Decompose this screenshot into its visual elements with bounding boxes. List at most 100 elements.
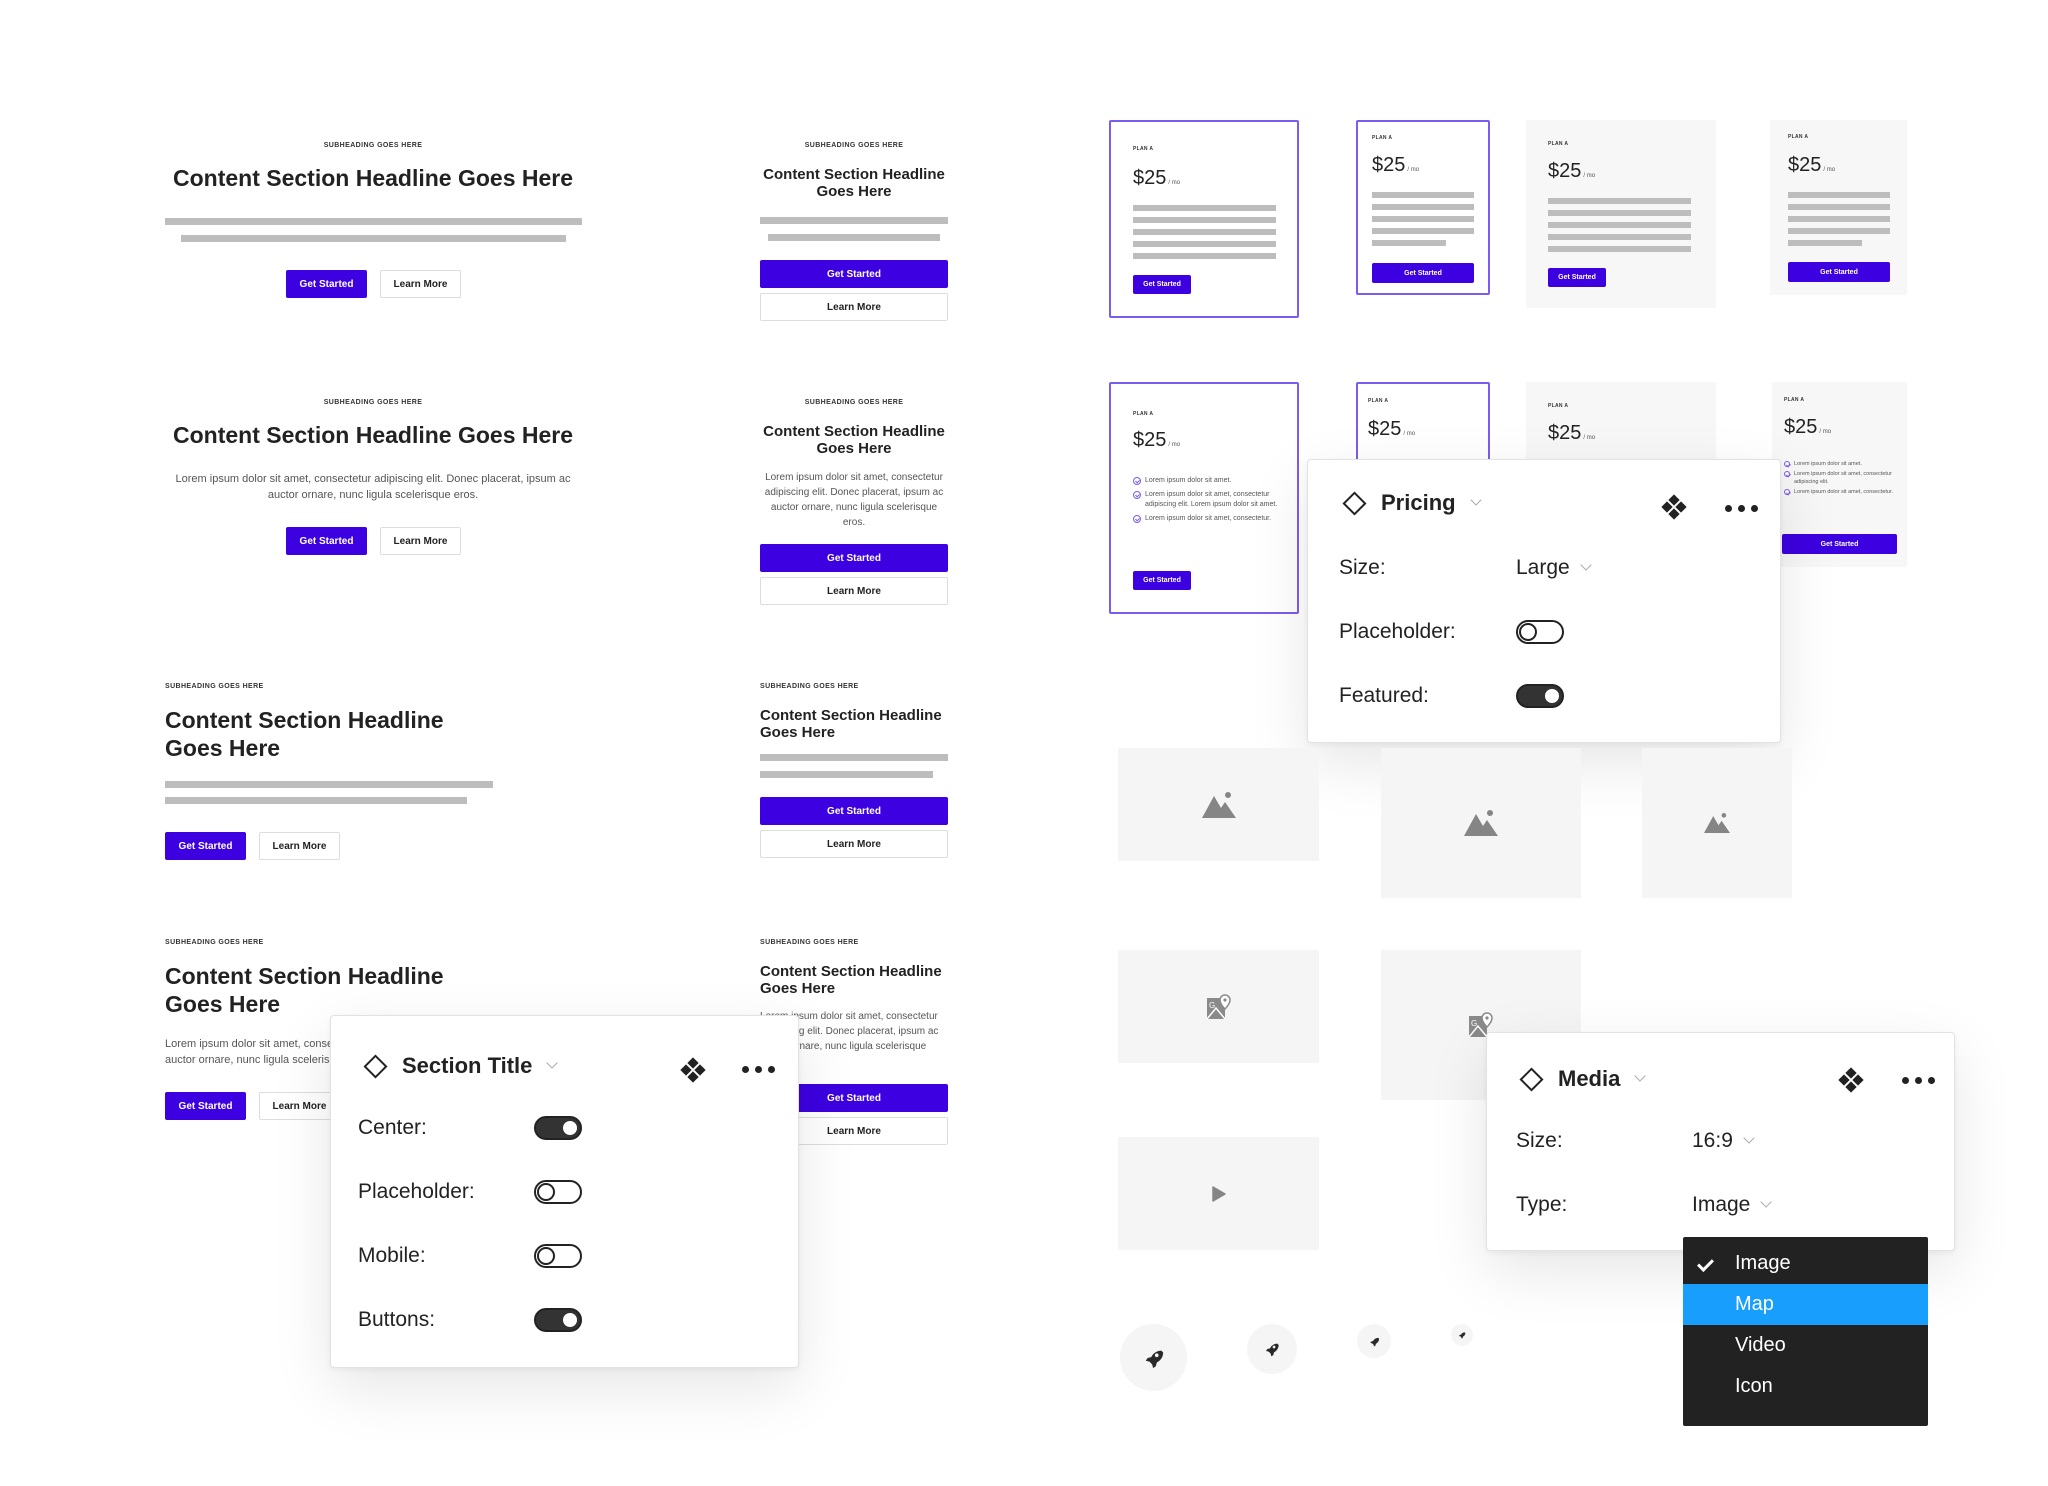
type-select[interactable]: Image xyxy=(1692,1193,1773,1217)
component-diamond-icon xyxy=(363,1053,388,1079)
text-placeholder-bar xyxy=(1788,228,1890,234)
feature-text: Lorem ipsum dolor sit amet, consectetur. xyxy=(1794,489,1894,495)
featured-toggle[interactable] xyxy=(1516,684,1564,708)
buttons-label: Buttons: xyxy=(358,1308,436,1331)
text-placeholder-bar xyxy=(165,218,582,225)
video-placeholder xyxy=(1118,1137,1319,1250)
checkmark-icon xyxy=(1697,1255,1714,1272)
featured-label: Featured: xyxy=(1339,684,1429,707)
center-toggle[interactable] xyxy=(534,1116,582,1140)
menu-item-video[interactable]: Video xyxy=(1683,1325,1928,1366)
text-placeholder-bar xyxy=(760,754,948,761)
mobile-toggle[interactable] xyxy=(534,1244,582,1268)
image-placeholder-icon xyxy=(1464,810,1498,836)
menu-item-label: Video xyxy=(1735,1334,1786,1356)
type-dropdown-menu: Image Map Video Icon xyxy=(1683,1237,1928,1426)
more-options-icon[interactable] xyxy=(742,1066,775,1073)
panel-header[interactable]: Pricing xyxy=(1340,490,1482,516)
component-instance-icon[interactable] xyxy=(1661,494,1687,520)
menu-item-image[interactable]: Image xyxy=(1683,1243,1928,1284)
section-title-properties-panel: Section Title Center: Placeholder: Mobil… xyxy=(330,1015,799,1368)
size-select[interactable]: 16:9 xyxy=(1692,1129,1755,1153)
more-options-icon[interactable] xyxy=(1725,505,1758,512)
headline: Content Section Headline Goes Here xyxy=(172,422,574,448)
text-placeholder-bar xyxy=(1133,253,1276,259)
get-started-button[interactable]: Get Started xyxy=(1133,275,1191,294)
get-started-button[interactable]: Get Started xyxy=(165,1092,246,1120)
mobile-label: Mobile: xyxy=(358,1244,426,1267)
map-placeholder-icon: G xyxy=(1205,993,1231,1019)
text-placeholder-bar xyxy=(1548,198,1691,204)
get-started-button[interactable]: Get Started xyxy=(1788,262,1890,282)
learn-more-button[interactable]: Learn More xyxy=(259,832,340,860)
component-instance-icon[interactable] xyxy=(1838,1067,1864,1093)
pricing-card: PLAN A $25/ mo Get Started xyxy=(1770,120,1907,295)
check-circle-icon xyxy=(1133,477,1141,485)
placeholder-toggle[interactable] xyxy=(1516,620,1564,644)
learn-more-button[interactable]: Learn More xyxy=(380,527,461,555)
feature-text: Lorem ipsum dolor sit amet, consectetur … xyxy=(1145,491,1278,508)
play-icon[interactable] xyxy=(1211,1185,1226,1202)
learn-more-button[interactable]: Learn More xyxy=(760,830,948,858)
get-started-button[interactable]: Get Started xyxy=(1782,534,1897,554)
feature-text: Lorem ipsum dolor sit amet, consectetur … xyxy=(1794,471,1892,485)
get-started-button[interactable]: Get Started xyxy=(165,832,246,860)
headline: Content Section Headline Goes Here xyxy=(760,963,942,997)
headline: Content Section Headline Goes Here xyxy=(763,166,945,200)
price-period: / mo xyxy=(1403,431,1416,437)
get-started-button[interactable]: Get Started xyxy=(286,270,367,298)
component-instance-icon[interactable] xyxy=(680,1057,706,1083)
size-value: 16:9 xyxy=(1692,1129,1733,1152)
get-started-button[interactable]: Get Started xyxy=(760,544,948,572)
size-label: Size: xyxy=(1516,1129,1563,1152)
price: $25/ mo xyxy=(1548,422,1595,445)
learn-more-button[interactable]: Learn More xyxy=(760,293,948,321)
feature-text: Lorem ipsum dolor sit amet. xyxy=(1794,461,1862,467)
panel-title: Section Title xyxy=(402,1053,533,1078)
text-placeholder-bar xyxy=(1133,229,1276,235)
map-placeholder: G xyxy=(1118,950,1319,1063)
get-started-button[interactable]: Get Started xyxy=(1133,571,1191,590)
text-placeholder-bar xyxy=(1372,240,1446,246)
subheading: SUBHEADING GOES HERE xyxy=(760,683,859,690)
feature-item: Lorem ipsum dolor sit amet, consectetur … xyxy=(1784,470,1899,486)
price-period: / mo xyxy=(1168,442,1181,448)
avatar xyxy=(1247,1324,1297,1374)
chevron-down-icon[interactable] xyxy=(546,1057,559,1069)
panel-header[interactable]: Media xyxy=(1517,1066,1647,1092)
learn-more-button[interactable]: Learn More xyxy=(380,270,461,298)
avatar xyxy=(1357,1324,1391,1358)
get-started-button[interactable]: Get Started xyxy=(760,260,948,288)
chevron-down-icon[interactable] xyxy=(1634,1070,1647,1082)
get-started-button[interactable]: Get Started xyxy=(1372,263,1474,283)
size-select[interactable]: Large xyxy=(1516,556,1592,580)
headline: Content Section Headline Goes Here xyxy=(172,165,574,191)
price: $25/ mo xyxy=(1788,154,1835,177)
plan-name: PLAN A xyxy=(1133,146,1154,152)
text-placeholder-bar xyxy=(1548,234,1691,240)
learn-more-button[interactable]: Learn More xyxy=(259,1092,340,1120)
learn-more-button[interactable]: Learn More xyxy=(760,577,948,605)
text-placeholder-bar xyxy=(1788,216,1890,222)
body-text: Lorem ipsum dolor sit amet, consectetur … xyxy=(764,472,944,528)
get-started-button[interactable]: Get Started xyxy=(1548,268,1606,287)
price: $25/ mo xyxy=(1548,160,1595,183)
get-started-button[interactable]: Get Started xyxy=(760,797,948,825)
price-period: / mo xyxy=(1583,435,1596,441)
chevron-down-icon[interactable] xyxy=(1469,494,1482,506)
pricing-card: PLAN A $25/ mo Get Started xyxy=(1356,120,1490,295)
image-placeholder-icon xyxy=(1704,813,1730,833)
headline: Content Section Headline Goes Here xyxy=(165,963,444,1017)
menu-item-map[interactable]: Map xyxy=(1683,1284,1928,1325)
get-started-button[interactable]: Get Started xyxy=(286,527,367,555)
image-placeholder xyxy=(1118,748,1319,861)
pricing-card-features: PLAN A $25/ mo Lorem ipsum dolor sit ame… xyxy=(1109,382,1299,614)
placeholder-toggle[interactable] xyxy=(534,1180,582,1204)
svg-text:G: G xyxy=(1209,1001,1215,1010)
more-options-icon[interactable] xyxy=(1902,1077,1935,1084)
text-placeholder-bar xyxy=(1372,228,1474,234)
panel-header[interactable]: Section Title xyxy=(361,1053,559,1079)
body-text: Lorem ipsum dolor sit amet, consectetur … xyxy=(175,473,571,501)
buttons-toggle[interactable] xyxy=(534,1308,582,1332)
menu-item-icon[interactable]: Icon xyxy=(1683,1366,1928,1407)
